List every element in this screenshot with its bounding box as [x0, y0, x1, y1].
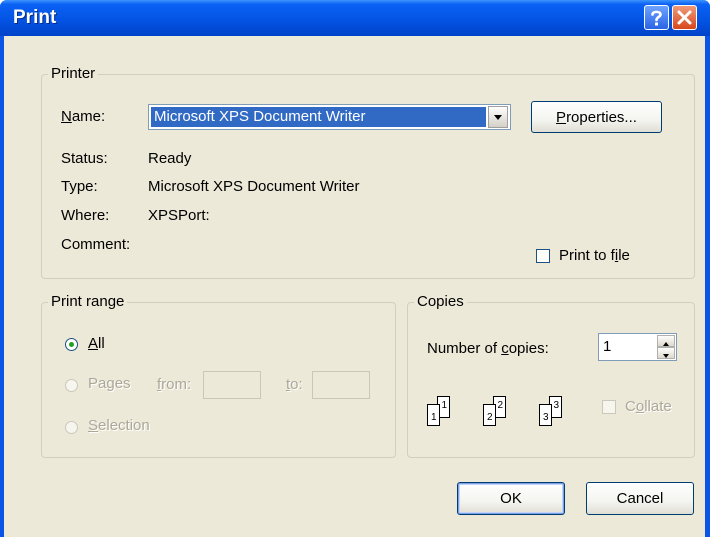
collate-page-2-front: 2 — [483, 404, 496, 426]
print-to-file-checkbox[interactable] — [536, 249, 550, 263]
collate-illustration: 1 1 2 2 3 3 — [427, 396, 587, 432]
name-label: Name: — [61, 108, 106, 125]
selection-radio[interactable] — [65, 421, 78, 434]
spin-down-button[interactable] — [657, 347, 675, 359]
window-title: Print — [13, 7, 57, 28]
type-label: Type: — [61, 178, 98, 195]
radio-selected-dot — [69, 342, 74, 347]
where-label: Where: — [61, 207, 110, 224]
status-value: Ready — [148, 150, 192, 167]
cancel-button[interactable]: Cancel — [586, 482, 694, 515]
pages-radio-label[interactable]: Pages — [88, 375, 131, 392]
copies-value: 1 — [603, 338, 612, 355]
dialog-body: Printer Name: Microsoft XPS Document Wri… — [4, 36, 705, 537]
print-to-file-label[interactable]: Print to file — [559, 247, 630, 264]
copies-group-label: Copies — [414, 293, 467, 310]
chevron-down-icon — [494, 115, 502, 120]
help-button[interactable] — [644, 5, 669, 30]
properties-button[interactable]: Properties... — [531, 101, 662, 133]
all-radio[interactable] — [65, 338, 78, 351]
type-value: Microsoft XPS Document Writer — [148, 178, 360, 195]
status-label: Status: — [61, 150, 108, 167]
close-icon — [677, 10, 692, 25]
pages-radio[interactable] — [65, 379, 78, 392]
collate-label[interactable]: Collate — [625, 398, 672, 415]
printer-name-value: Microsoft XPS Document Writer — [151, 107, 486, 127]
print-range-group-label: Print range — [48, 293, 128, 310]
cancel-button-label: Cancel — [616, 490, 664, 507]
collate-page-1-front: 1 — [427, 404, 440, 426]
collate-page-3-front: 3 — [539, 404, 552, 426]
print-dialog: Print Printer Name: Microsoft XPS Docume… — [0, 0, 710, 537]
copies-group: Copies — [407, 293, 695, 458]
where-value: XPSPort: — [148, 207, 210, 224]
from-page-input[interactable] — [203, 371, 261, 399]
all-radio-label[interactable]: All — [88, 335, 105, 352]
printer-name-dropdown[interactable]: Microsoft XPS Document Writer — [148, 104, 511, 130]
printer-group-label: Printer — [48, 65, 99, 82]
number-of-copies-label: Number of copies: — [427, 340, 549, 357]
properties-button-label: Properties... — [556, 108, 637, 126]
dropdown-arrow-button[interactable] — [488, 106, 508, 128]
collate-checkbox[interactable] — [602, 400, 616, 414]
to-page-input[interactable] — [312, 371, 370, 399]
to-label: to: — [286, 376, 303, 393]
ok-button-label: OK — [500, 490, 522, 507]
ok-button[interactable]: OK — [457, 482, 565, 515]
title-bar[interactable]: Print — [0, 0, 710, 36]
comment-label: Comment: — [61, 236, 131, 253]
chevron-down-icon — [663, 354, 669, 358]
spin-up-button[interactable] — [657, 335, 675, 347]
question-mark-icon — [651, 10, 662, 26]
close-button[interactable] — [672, 5, 697, 30]
selection-radio-label[interactable]: Selection — [88, 417, 150, 434]
copies-spinner[interactable]: 1 — [598, 333, 677, 361]
from-label: from: — [157, 376, 192, 393]
